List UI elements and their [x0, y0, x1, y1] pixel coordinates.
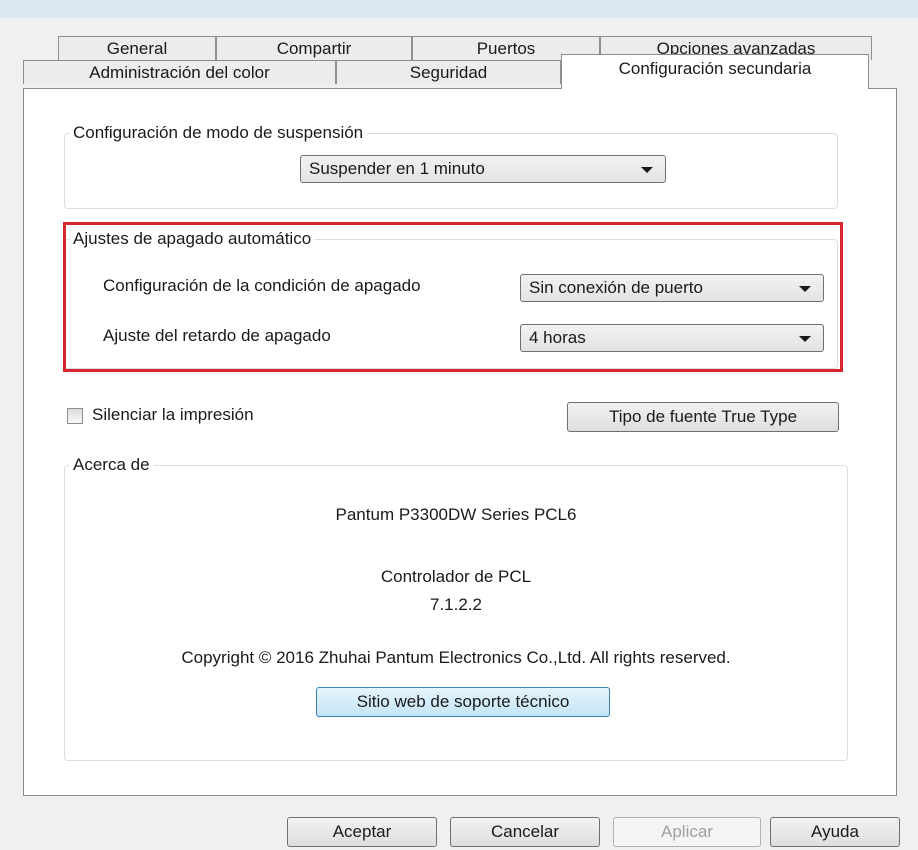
tab-configuracion-secundaria[interactable]: Configuración secundaria [561, 54, 869, 89]
tab-administracion-color[interactable]: Administración del color [23, 60, 336, 84]
sleep-mode-legend: Configuración de modo de suspensión [73, 123, 364, 142]
about-legend: Acerca de [73, 455, 150, 474]
chevron-down-icon [641, 167, 653, 173]
support-website-button[interactable]: Sitio web de soporte técnico [316, 687, 610, 717]
cancel-button[interactable]: Cancelar [450, 817, 600, 847]
window-top-strip [0, 0, 918, 18]
sleep-mode-value: Suspender en 1 minuto [309, 159, 485, 178]
driver-name: Controlador de PCL [380, 567, 532, 586]
truetype-font-button[interactable]: Tipo de fuente True Type [567, 402, 839, 432]
tab-general[interactable]: General [58, 36, 216, 60]
driver-version: 7.1.2.2 [430, 595, 482, 614]
tab-seguridad[interactable]: Seguridad [336, 60, 561, 84]
help-button[interactable]: Ayuda [770, 817, 900, 847]
product-name: Pantum P3300DW Series PCL6 [335, 505, 577, 524]
ok-button[interactable]: Aceptar [287, 817, 437, 847]
silent-print-label: Silenciar la impresión [92, 405, 254, 424]
silent-print-checkbox[interactable] [67, 408, 83, 424]
tab-compartir[interactable]: Compartir [216, 36, 412, 60]
apply-button[interactable]: Aplicar [613, 817, 761, 847]
copyright-text: Copyright © 2016 Zhuhai Pantum Electroni… [181, 648, 731, 667]
sleep-mode-select[interactable]: Suspender en 1 minuto [300, 155, 666, 183]
highlight-box [63, 222, 843, 372]
